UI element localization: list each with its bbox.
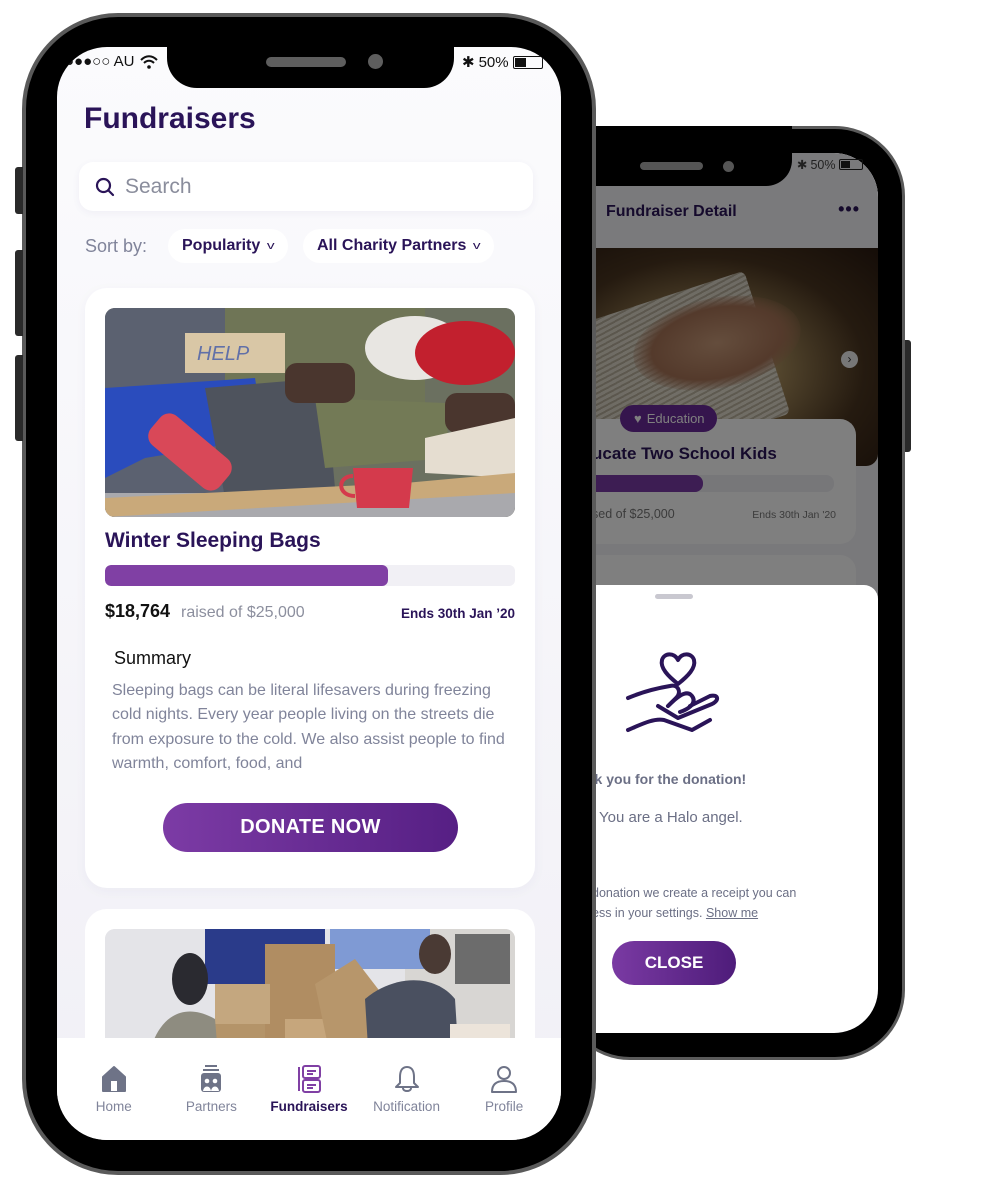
front-phone-speaker bbox=[266, 57, 346, 67]
svg-text:HELP: HELP bbox=[197, 343, 250, 365]
fundraiser-progress-bar bbox=[105, 565, 515, 586]
fundraiser-progress-fill bbox=[105, 565, 388, 586]
sheet-title: nk you for the donation! bbox=[592, 771, 747, 787]
sort-popularity-label: Popularity bbox=[182, 237, 261, 254]
carrier-label: ●●●○○ AU bbox=[65, 53, 135, 70]
tab-notification[interactable]: Notification bbox=[358, 1038, 456, 1140]
sheet-subtitle: You are a Halo angel. bbox=[599, 809, 743, 826]
battery-icon bbox=[512, 55, 543, 69]
donation-success-sheet: nk you for the donation! You are a Halo … bbox=[592, 585, 878, 1033]
tab-home[interactable]: Home bbox=[65, 1038, 163, 1140]
receipt-note-line2-text: ess in your settings. bbox=[592, 906, 703, 920]
search-input[interactable] bbox=[125, 174, 505, 199]
mute-switch bbox=[15, 167, 23, 214]
wifi-icon bbox=[140, 54, 159, 69]
sleeping-bags-photo: HELP bbox=[105, 308, 515, 517]
page-title: Fundraisers bbox=[84, 102, 256, 135]
battery-percent: 50% bbox=[478, 53, 509, 71]
tab-notification-label: Notification bbox=[373, 1099, 440, 1114]
back-phone-speaker bbox=[640, 162, 703, 170]
bottom-tab-bar: Home Partners Fundraisers Notification P… bbox=[57, 1038, 561, 1140]
sort-label: Sort by: bbox=[85, 236, 148, 256]
volume-down-button bbox=[15, 355, 23, 441]
end-date: Ends 30th Jan ’20 bbox=[400, 606, 515, 621]
partners-icon bbox=[201, 1065, 222, 1092]
fundraiser-title[interactable]: Winter Sleeping Bags bbox=[105, 529, 321, 553]
receipt-note-line2: ess in your settings. Show me bbox=[592, 903, 796, 923]
chevron-down-icon: v bbox=[473, 240, 481, 252]
donate-now-button[interactable]: DONATE NOW bbox=[163, 803, 458, 852]
summary-heading: Summary bbox=[114, 648, 192, 668]
volume-up-button bbox=[15, 250, 23, 336]
receipt-note-line1: donation we create a receipt you can bbox=[592, 886, 797, 900]
status-bar-left: ●●●○○ AU bbox=[65, 53, 159, 70]
show-me-link[interactable]: Show me bbox=[706, 906, 758, 920]
home-icon bbox=[101, 1066, 126, 1092]
back-status-bar: ✱ 50% bbox=[797, 157, 863, 172]
summary-text: Sleeping bags can be literal lifesavers … bbox=[112, 682, 505, 772]
fundraisers-screen: ●●●○○ AU ✱ 50% Fundraisers Sort by: Popu… bbox=[57, 47, 561, 1140]
fundraiser-image[interactable]: HELP bbox=[105, 308, 515, 517]
receipt-note: donation we create a receipt you can ess… bbox=[592, 883, 796, 923]
tab-fundraisers[interactable]: Fundraisers bbox=[260, 1038, 358, 1140]
status-bar-right: ✱ 50% bbox=[462, 53, 543, 71]
hand-heart-icon bbox=[626, 652, 719, 732]
tab-home-label: Home bbox=[95, 1099, 132, 1114]
profile-icon bbox=[491, 1066, 518, 1093]
sort-popularity-dropdown[interactable]: Popularity v bbox=[168, 229, 288, 263]
tab-partners-label: Partners bbox=[185, 1099, 237, 1114]
raised-goal: raised of $25,000 bbox=[181, 604, 305, 621]
sheet-drag-handle[interactable] bbox=[655, 594, 693, 599]
bluetooth-icon: ✱ bbox=[462, 54, 475, 71]
chevron-down-icon: v bbox=[267, 240, 275, 252]
bell-icon bbox=[394, 1066, 419, 1092]
raised-amount: $18,764 bbox=[105, 601, 171, 621]
fundraiser-card[interactable]: HELP Winter Sleeping Bags $18,764 raised… bbox=[85, 288, 535, 888]
tab-partners[interactable]: Partners bbox=[163, 1038, 261, 1140]
tab-fundraisers-label: Fundraisers bbox=[270, 1099, 348, 1114]
close-button[interactable]: CLOSE bbox=[612, 941, 736, 985]
charity-partners-dropdown[interactable]: All Charity Partners v bbox=[303, 229, 494, 263]
front-phone-camera bbox=[368, 54, 383, 69]
search-icon bbox=[95, 177, 115, 196]
fundraisers-icon bbox=[297, 1065, 321, 1093]
tab-profile[interactable]: Profile bbox=[455, 1038, 553, 1140]
charity-partners-label: All Charity Partners bbox=[317, 237, 467, 254]
bluetooth-icon: ✱ bbox=[797, 158, 808, 172]
tab-profile-label: Profile bbox=[485, 1099, 524, 1114]
battery-percent: 50% bbox=[810, 157, 836, 172]
back-phone-side-button bbox=[905, 340, 911, 452]
fundraiser-detail-screen: Fundraiser Detail ••• › ♥ Education ucat… bbox=[592, 153, 878, 1033]
back-phone-camera bbox=[723, 161, 734, 172]
battery-icon bbox=[838, 159, 863, 170]
search-bar[interactable] bbox=[79, 162, 533, 211]
